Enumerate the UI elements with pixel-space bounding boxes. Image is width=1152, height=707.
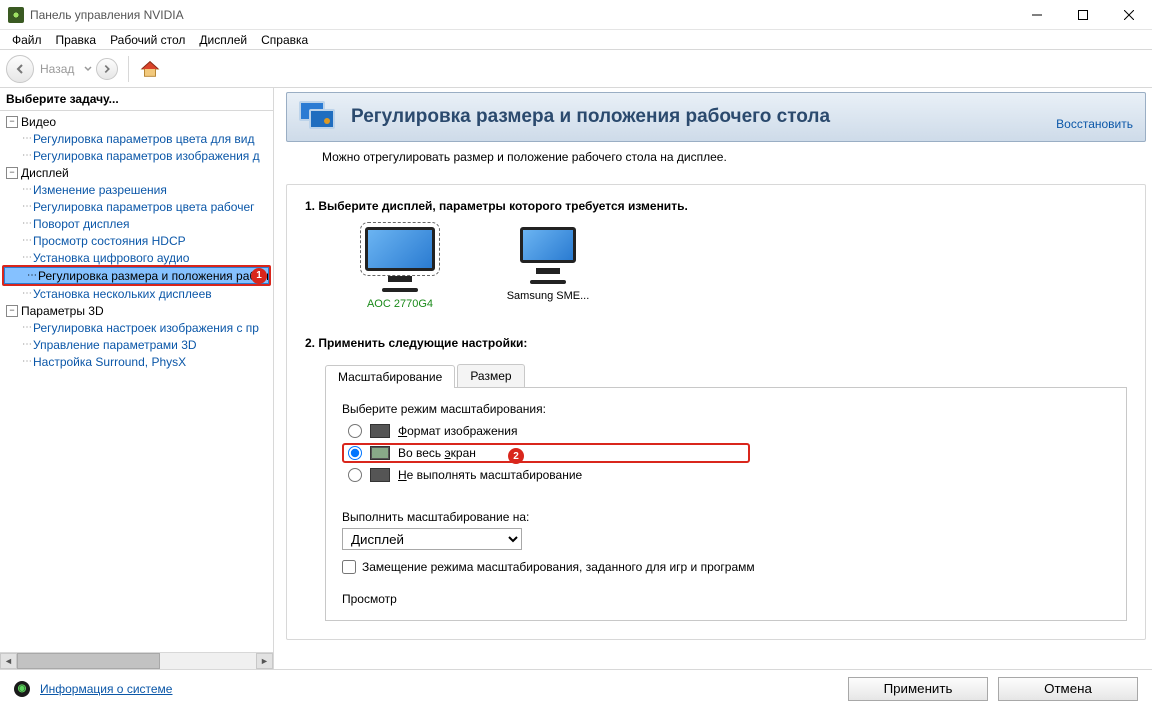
radio-fullscreen[interactable]: ◄► Во весь экран 2 — [348, 446, 1110, 460]
settings-section: 1. Выберите дисплей, параметры которого … — [286, 184, 1146, 640]
page-header: Регулировка размера и положения рабочего… — [286, 92, 1146, 142]
fullscreen-icon: ◄► — [370, 446, 390, 460]
scaling-tabs: Масштабирование Размер — [325, 364, 1127, 388]
close-button[interactable] — [1106, 0, 1152, 29]
tree-item-video-image[interactable]: ⋯Регулировка параметров изображения д — [0, 147, 273, 164]
menu-desktop[interactable]: Рабочий стол — [104, 31, 191, 49]
perform-on-select[interactable]: Дисплей — [342, 528, 522, 550]
tree-item-surround-physx[interactable]: ⋯Настройка Surround, PhysX — [0, 353, 273, 370]
tree-item-desktop-color[interactable]: ⋯Регулировка параметров цвета рабочег — [0, 198, 273, 215]
radio-label: Во весь экран — [398, 446, 476, 460]
menu-edit[interactable]: Правка — [50, 31, 103, 49]
titlebar: Панель управления NVIDIA — [0, 0, 1152, 30]
annotation-badge-2: 2 — [508, 448, 524, 464]
collapse-icon[interactable]: − — [6, 116, 18, 128]
forward-button[interactable] — [96, 58, 118, 80]
perform-scaling-on: Выполнить масштабирование на: Дисплей За… — [342, 510, 1110, 574]
menubar: Файл Правка Рабочий стол Дисплей Справка — [0, 30, 1152, 50]
tree-item-image-preview[interactable]: ⋯Регулировка настроек изображения с пр — [0, 319, 273, 336]
tree-item-multiple-displays[interactable]: ⋯Установка нескольких дисплеев — [0, 285, 273, 302]
back-button[interactable] — [6, 55, 34, 83]
sysinfo-icon: ◉ — [14, 681, 30, 697]
display-option-aoc[interactable]: AOC 2770G4 — [345, 227, 455, 310]
sidebar-horizontal-scrollbar[interactable]: ◄ ► — [0, 652, 273, 669]
collapse-icon[interactable]: − — [6, 167, 18, 179]
collapse-icon[interactable]: − — [6, 305, 18, 317]
tree-item-manage-3d[interactable]: ⋯Управление параметрами 3D — [0, 336, 273, 353]
tree-item-video-color[interactable]: ⋯Регулировка параметров цвета для вид — [0, 130, 273, 147]
window-title: Панель управления NVIDIA — [30, 8, 1014, 22]
restore-link[interactable]: Восстановить — [1056, 117, 1133, 133]
tab-scaling-body: Выберите режим масштабирования: Формат и… — [325, 388, 1127, 621]
task-tree: −Видео ⋯Регулировка параметров цвета для… — [0, 111, 273, 652]
step1-title: 1. Выберите дисплей, параметры которого … — [305, 199, 1127, 213]
page-title: Регулировка размера и положения рабочего… — [351, 106, 1044, 128]
footer-bar: ◉ Информация о системе Применить Отмена — [0, 669, 1152, 707]
nav-toolbar: Назад — [0, 50, 1152, 88]
aspect-ratio-icon — [370, 424, 390, 438]
override-label: Замещение режима масштабирования, заданн… — [362, 560, 755, 574]
radio-no-scaling[interactable]: Не выполнять масштабирование — [348, 468, 1110, 482]
display-selector: AOC 2770G4 Samsung SME... — [345, 227, 1127, 310]
system-info-link[interactable]: Информация о системе — [40, 682, 838, 696]
step2-title: 2. Применить следующие настройки: — [305, 336, 1127, 350]
perform-on-label: Выполнить масштабирование на: — [342, 510, 1110, 524]
tab-scaling[interactable]: Масштабирование — [325, 365, 455, 388]
scaling-mode-label: Выберите режим масштабирования: — [342, 402, 1110, 416]
menu-file[interactable]: Файл — [6, 31, 48, 49]
menu-display[interactable]: Дисплей — [193, 31, 253, 49]
radio-input[interactable] — [348, 446, 362, 460]
content-pane: Регулировка размера и положения рабочего… — [274, 88, 1152, 669]
tree-item-hdcp-status[interactable]: ⋯Просмотр состояния HDCP — [0, 232, 273, 249]
nvidia-app-icon — [8, 7, 24, 23]
tree-group-video[interactable]: −Видео — [0, 113, 273, 130]
header-monitor-icon — [299, 101, 339, 133]
tab-size[interactable]: Размер — [457, 364, 524, 387]
monitor-icon — [365, 227, 435, 271]
tree-item-adjust-size-position[interactable]: ⋯Регулировка размера и положения рабоч — [4, 267, 269, 284]
menu-help[interactable]: Справка — [255, 31, 314, 49]
apply-button[interactable]: Применить — [848, 677, 988, 701]
home-icon[interactable] — [139, 58, 161, 80]
tree-group-3d[interactable]: −Параметры 3D — [0, 302, 273, 319]
tree-item-change-resolution[interactable]: ⋯Изменение разрешения — [0, 181, 273, 198]
radio-label: Не выполнять масштабирование — [398, 468, 582, 482]
display-name: AOC 2770G4 — [367, 298, 433, 310]
tree-item-digital-audio[interactable]: ⋯Установка цифрового аудио — [0, 249, 273, 266]
annotation-badge-1: 1 — [251, 268, 267, 284]
override-checkbox-row[interactable]: Замещение режима масштабирования, заданн… — [342, 560, 1110, 574]
no-scaling-icon — [370, 468, 390, 482]
display-name: Samsung SME... — [507, 290, 590, 302]
monitor-icon — [520, 227, 576, 263]
radio-input[interactable] — [348, 468, 362, 482]
radio-input[interactable] — [348, 424, 362, 438]
tree-group-display[interactable]: −Дисплей — [0, 164, 273, 181]
scroll-left-button[interactable]: ◄ — [0, 653, 17, 669]
page-description: Можно отрегулировать размер и положение … — [322, 150, 1146, 164]
preview-label: Просмотр — [342, 592, 1110, 606]
sidebar-title: Выберите задачу... — [0, 88, 273, 111]
chevron-down-icon[interactable] — [84, 65, 92, 73]
scroll-right-button[interactable]: ► — [256, 653, 273, 669]
minimize-button[interactable] — [1014, 0, 1060, 29]
display-option-samsung[interactable]: Samsung SME... — [493, 227, 603, 310]
back-label: Назад — [40, 62, 74, 76]
tree-item-rotate-display[interactable]: ⋯Поворот дисплея — [0, 215, 273, 232]
task-sidebar: Выберите задачу... −Видео ⋯Регулировка п… — [0, 88, 274, 669]
scroll-thumb[interactable] — [17, 653, 160, 669]
nav-separator — [128, 56, 129, 82]
override-checkbox[interactable] — [342, 560, 356, 574]
radio-label: Формат изображения — [398, 424, 517, 438]
radio-aspect-ratio[interactable]: Формат изображения — [348, 424, 1110, 438]
cancel-button[interactable]: Отмена — [998, 677, 1138, 701]
maximize-button[interactable] — [1060, 0, 1106, 29]
